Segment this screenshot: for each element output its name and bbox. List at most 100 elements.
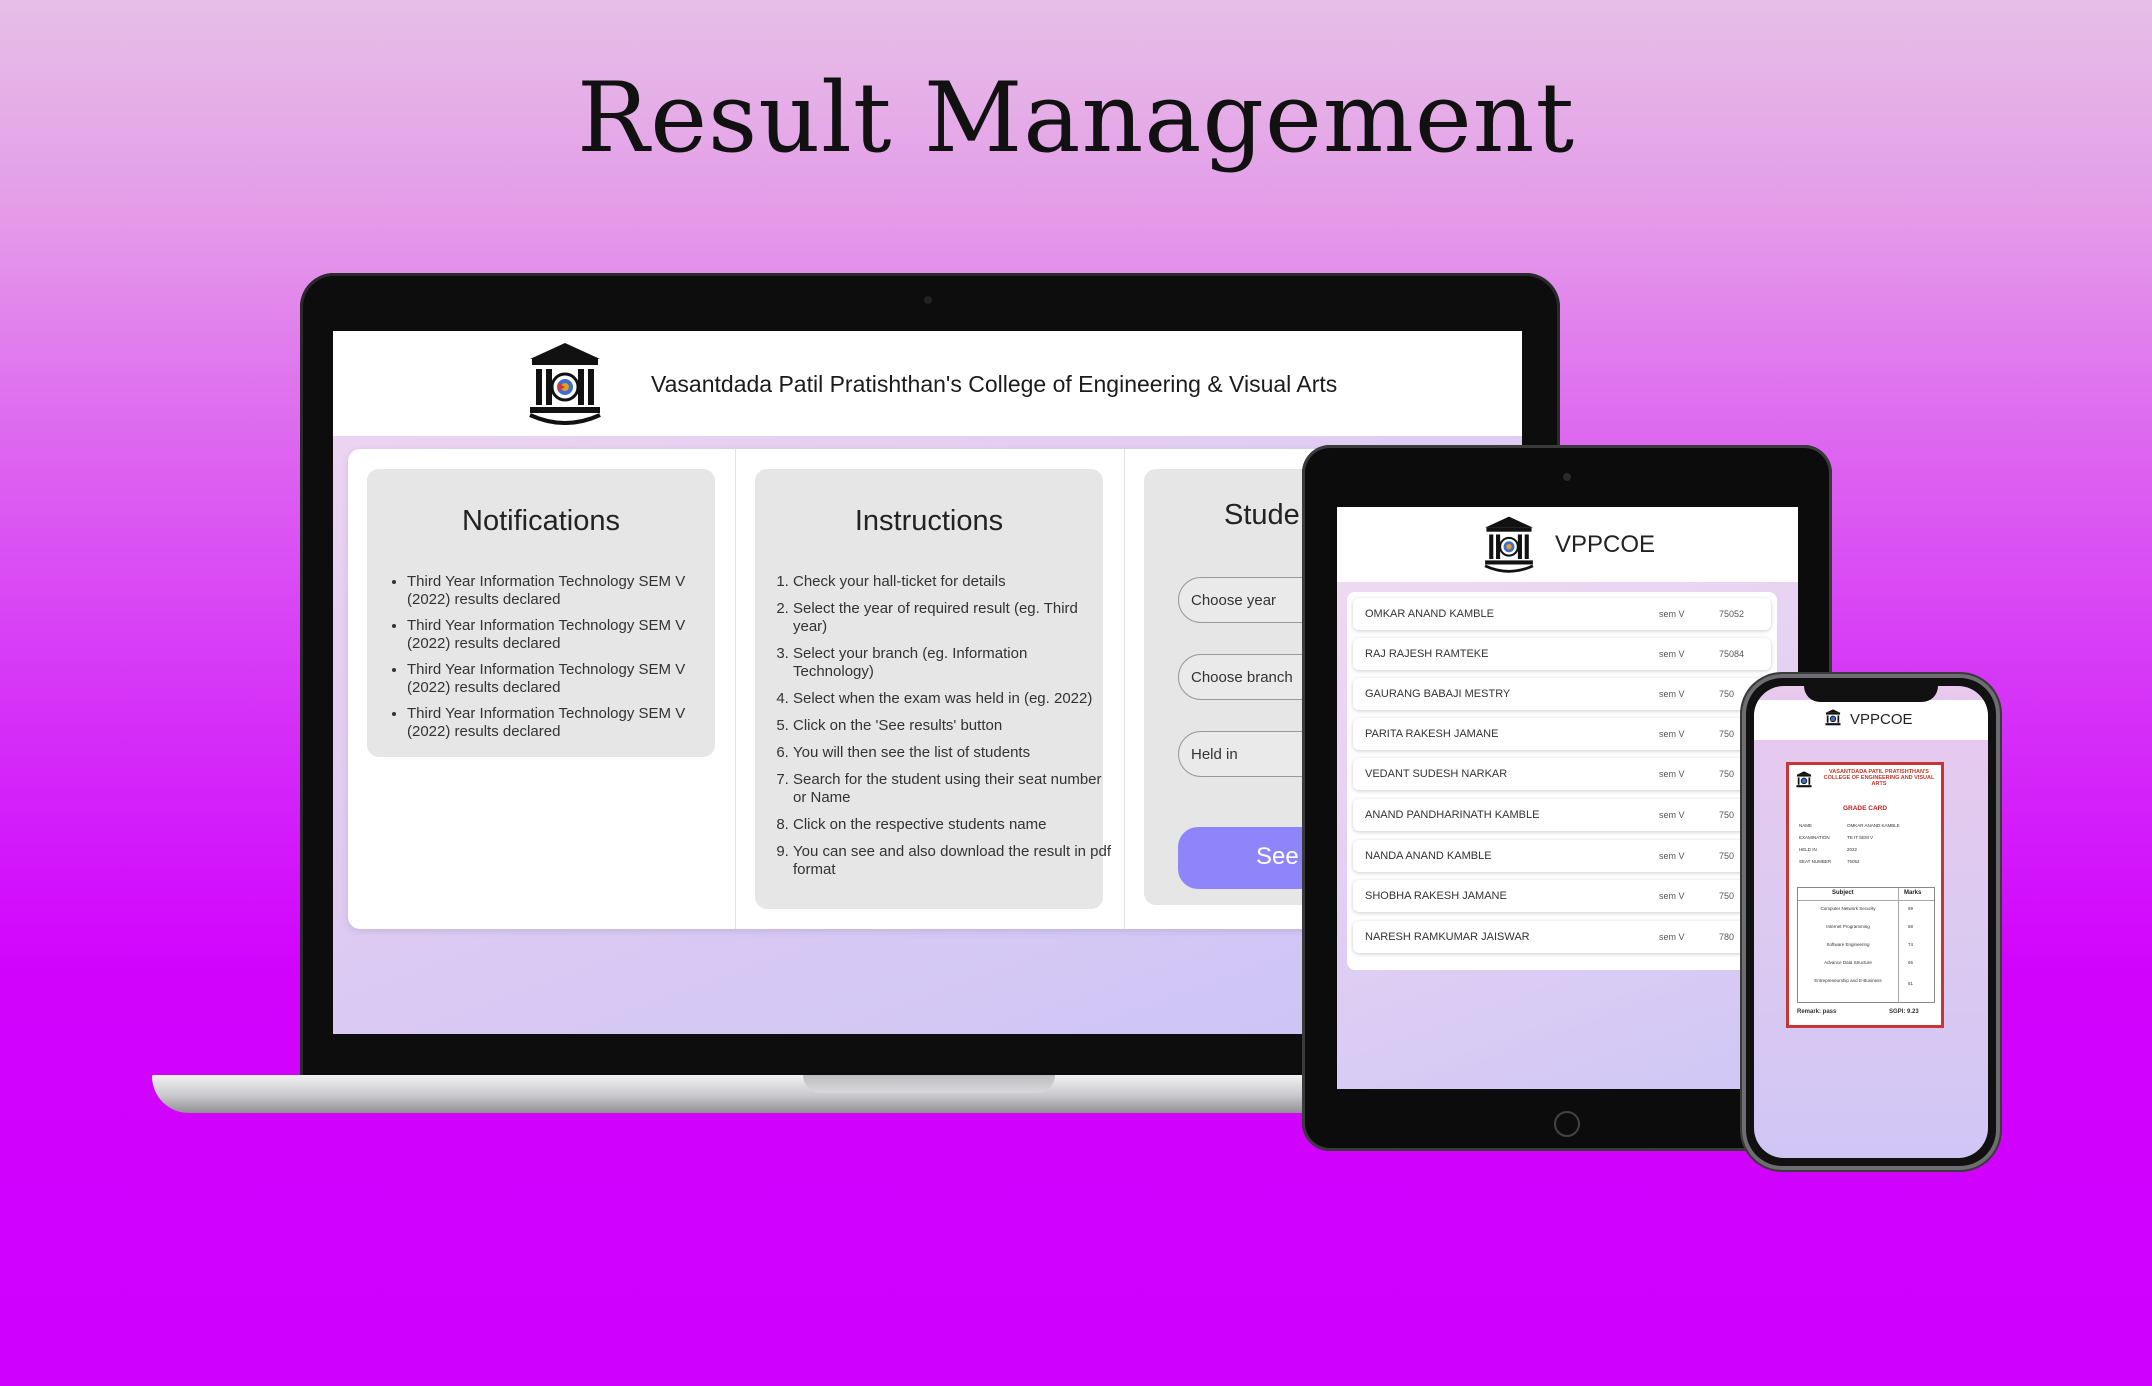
info-value: 75052 [1847,859,1860,864]
notification-item[interactable]: Third Year Information Technology SEM V … [407,661,717,697]
student-name: RAJ RAJESH RAMTEKE [1365,648,1489,660]
grade-info-row: EXAMINATION TE IT SEM V [1799,835,1873,840]
student-row[interactable]: NARESH RAMKUMAR JAISWAR sem V 780 [1353,921,1771,953]
table-divider [1898,888,1899,1002]
student-sem: sem V [1659,932,1685,942]
college-logo-icon [1484,516,1534,573]
grade-info-row: HELD IN 2022 [1799,847,1857,852]
notification-item[interactable]: Third Year Information Technology SEM V … [407,573,717,609]
instruction-item: Click on the respective students name [793,816,1111,834]
student-seat: 780 [1719,932,1735,942]
page-title: Result Management [576,62,1576,174]
student-row[interactable]: VEDANT SUDESH NARKAR sem V 750 [1353,758,1771,790]
tablet-header: VPPCOE [1337,507,1798,582]
student-seat: 750 [1719,851,1735,861]
column-divider [1124,449,1125,929]
subject-name: Computer Network Security [1820,906,1876,911]
info-value: 2022 [1847,847,1858,852]
student-seat: 750 [1719,729,1735,739]
tablet-brand: VPPCOE [1555,531,1656,558]
grade-info-row: NAME OMKAR ANAND KAMBLE [1799,823,1900,828]
instructions-list: Check your hall-ticket for details Selec… [771,573,1111,888]
phone-notch [1804,682,1938,702]
college-logo-icon [529,343,601,425]
student-row[interactable]: ANAND PANDHARINATH KAMBLE sem V 750 [1353,799,1771,831]
student-row[interactable]: OMKAR ANAND KAMBLE sem V 75052 [1353,598,1771,630]
tablet-screen: VPPCOE OMKAR ANAND KAMBLE sem V 75052 RA… [1337,507,1798,1089]
student-sem: sem V [1659,891,1685,901]
student-name: GAURANG BABAJI MESTRY [1365,688,1511,700]
subject-marks: 74 [1908,942,1914,947]
tablet-camera [1563,473,1571,481]
student-name: PARITA RAKESH JAMANE [1365,728,1499,740]
instruction-item: Select the year of required result (eg. … [793,600,1111,636]
student-sem: sem V [1659,689,1685,699]
student-name: OMKAR ANAND KAMBLE [1365,608,1494,620]
subject-name: Advance Data Structure [1824,960,1872,965]
student-name: ANAND PANDHARINATH KAMBLE [1365,809,1540,821]
instruction-item: You can see and also download the result… [793,843,1111,879]
student-row[interactable]: SHOBHA RAKESH JAMANE sem V 750 [1353,880,1771,912]
student-seat: 750 [1719,810,1735,820]
student-row[interactable]: NANDA ANAND KAMBLE sem V 750 [1353,840,1771,872]
student-seat: 75052 [1719,609,1745,619]
notifications-heading: Notifications [462,505,620,537]
instruction-item: Check your hall-ticket for details [793,573,1111,591]
laptop-camera [924,296,932,304]
grade-card-title: GRADE CARD [1842,805,1888,812]
subject-marks: 61 [1908,981,1914,986]
student-row[interactable]: RAJ RAJESH RAMTEKE sem V 75084 [1353,638,1771,670]
student-sem: sem V [1659,810,1685,820]
college-name: Vasantdada Patil Pratishthan's College o… [651,371,1338,397]
student-name: VEDANT SUDESH NARKAR [1365,768,1508,780]
student-sem: sem V [1659,729,1685,739]
subject-name: Software Engineering [1826,942,1870,947]
instruction-item: Select your branch (eg. Information Tech… [793,645,1111,681]
column-divider [735,449,736,929]
student-name: NARESH RAMKUMAR JAISWAR [1365,931,1530,943]
instruction-item: Click on the 'See results' button [793,717,1111,735]
notification-item[interactable]: Third Year Information Technology SEM V … [407,617,717,653]
phone-screen: VPPCOE VASANTDADA PATIL PRATISHTHAN'S CO… [1754,686,1988,1158]
grade-sgpi: SGPI: 9.23 [1889,1009,1919,1015]
student-seat: 750 [1719,689,1735,699]
student-seat: 75084 [1719,649,1745,659]
subject-name: Entrepreneurship and E-Business [1814,978,1882,983]
site-header: Vasantdada Patil Pratishthan's College o… [333,331,1522,436]
subject-marks: 68 [1908,924,1914,929]
student-name: NANDA ANAND KAMBLE [1365,850,1492,862]
student-seat: 750 [1719,769,1735,779]
student-sem: sem V [1659,851,1685,861]
info-label: SEAT NUMBER [1799,859,1832,864]
table-line [1798,900,1934,901]
notifications-card: Notifications Third Year Information Tec… [367,469,715,757]
student-seat: 750 [1719,891,1735,901]
phone-brand: VPPCOE [1850,711,1913,728]
grade-remark: Remark: pass [1797,1009,1837,1015]
info-value: TE IT SEM V [1847,835,1874,840]
info-value: OMKAR ANAND KAMBLE [1847,823,1900,828]
subject-name: Internet Programming [1826,924,1870,929]
phone-header: VPPCOE [1754,700,1988,740]
notification-item[interactable]: Third Year Information Technology SEM V … [407,705,717,741]
student-sem: sem V [1659,649,1685,659]
college-logo-icon [1825,709,1841,726]
subject-marks: 69 [1908,906,1914,911]
student-row[interactable]: PARITA RAKESH JAMANE sem V 750 [1353,718,1771,750]
student-list: OMKAR ANAND KAMBLE sem V 75052 RAJ RAJES… [1347,592,1777,970]
info-label: HELD IN [1799,847,1817,852]
tablet-home-button [1554,1111,1580,1137]
instructions-card: Instructions Check your hall-ticket for … [755,469,1111,909]
student-row[interactable]: GAURANG BABAJI MESTRY sem V 750 [1353,678,1771,710]
notifications-list: Third Year Information Technology SEM V … [387,573,717,749]
instructions-heading: Instructions [854,505,1004,537]
grade-card-college: VASANTDADA PATIL PRATISHTHAN'S COLLEGE O… [1823,769,1935,787]
laptop-notch [803,1075,1055,1093]
student-name: SHOBHA RAKESH JAMANE [1365,890,1507,902]
info-label: EXAMINATION [1799,835,1830,840]
instruction-item: Select when the exam was held in (eg. 20… [793,690,1111,708]
info-label: NAME [1799,823,1813,828]
grade-info-row: SEAT NUMBER 75052 [1799,859,1860,864]
subject-header: Subject [1832,890,1854,896]
student-sem: sem V [1659,769,1685,779]
